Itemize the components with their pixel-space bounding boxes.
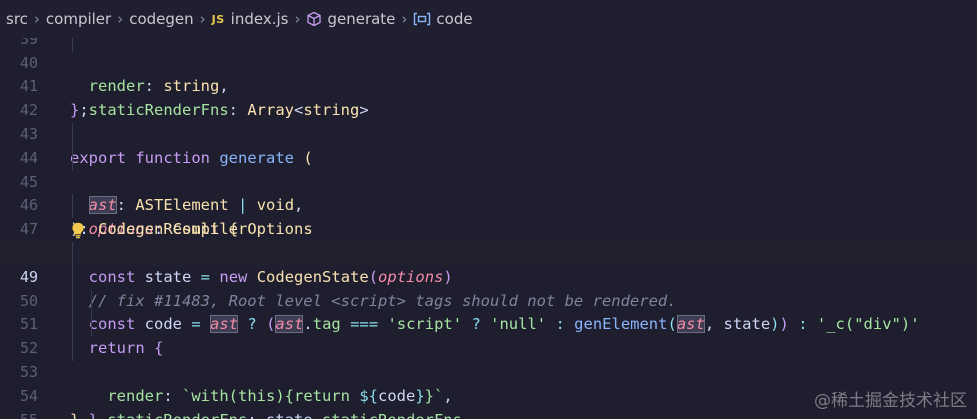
breadcrumb-label: index.js <box>230 10 289 28</box>
line-number: 55 <box>0 409 38 419</box>
breadcrumb-label: generate <box>327 10 396 28</box>
code-line[interactable]: 46 ): CodegenResult { <box>0 171 977 238</box>
indent-guide <box>72 337 73 361</box>
watermark: @稀土掘金技术社区 <box>814 391 967 411</box>
chevron-right-icon: › <box>199 10 206 28</box>
code-line[interactable]: 42 <box>0 75 977 119</box>
code-line[interactable]: 47 const state = new CodegenState(option… <box>0 194 977 286</box>
indent-guide <box>72 241 73 266</box>
indent-guide <box>72 38 73 52</box>
breadcrumb-item-code[interactable]: code <box>413 10 473 28</box>
indent-guide <box>72 194 73 219</box>
indent-guide <box>72 313 73 338</box>
indent-guide <box>91 289 92 314</box>
code-line[interactable]: 45 options: CompilerOptions <box>0 146 977 238</box>
breadcrumb-label: compiler <box>45 10 112 28</box>
code-line[interactable]: 54 } <box>0 361 977 419</box>
breadcrumb: src › compiler › codegen › JS index.js ›… <box>0 0 977 38</box>
code-line[interactable]: 48 // fix #11483, Root level <script> ta… <box>0 218 977 310</box>
breadcrumb-item-generate[interactable]: generate <box>306 10 395 28</box>
code-line[interactable]: 53 } <box>0 337 977 419</box>
code-line[interactable]: 52 staticRenderFns: state.staticRenderFn… <box>0 313 977 419</box>
code-lines: 39 render: string, 40 staticRenderFns: A… <box>0 38 977 419</box>
breadcrumb-item-index-js[interactable]: JS index.js <box>212 10 289 28</box>
breadcrumb-label: codegen <box>129 10 194 28</box>
js-file-icon: JS <box>211 12 225 26</box>
code-line[interactable]: 40 staticRenderFns: Array<string> <box>0 38 977 119</box>
breadcrumb-label: code <box>436 10 473 28</box>
code-line[interactable]: 43 export function generate ( <box>0 99 977 167</box>
chevron-right-icon: › <box>117 10 124 28</box>
indent-guide <box>72 122 73 147</box>
code-line-current[interactable]: 49 const code = ast ? (ast.tag === 'scri… <box>0 241 977 334</box>
indent-guide <box>72 146 73 171</box>
chevron-right-icon: › <box>33 10 40 28</box>
cube-icon <box>307 11 322 27</box>
indent-guide <box>91 313 92 338</box>
breadcrumb-item-compiler[interactable]: compiler <box>46 10 111 28</box>
indent-guide <box>72 265 73 290</box>
code-line[interactable]: 50 return { <box>0 265 977 357</box>
lightbulb-icon[interactable] <box>71 222 85 239</box>
variable-icon <box>414 12 431 26</box>
code-text: staticRenderFns: state.staticRenderFns <box>70 409 462 419</box>
chevron-right-icon: › <box>294 10 301 28</box>
breadcrumb-item-codegen[interactable]: codegen <box>129 10 193 28</box>
breadcrumb-label: src <box>6 10 28 28</box>
breadcrumb-item-src[interactable]: src <box>6 10 28 28</box>
code-line[interactable]: 51 render: `with(this){return ${code}}`, <box>0 289 977 405</box>
code-text: } <box>70 409 79 419</box>
chevron-right-icon: › <box>401 10 408 28</box>
code-line[interactable]: 44 ast: ASTElement | void, <box>0 122 977 215</box>
indent-guide <box>72 289 73 314</box>
code-line[interactable]: 41 }; <box>0 52 977 119</box>
code-editor[interactable]: 39 render: string, 40 staticRenderFns: A… <box>0 38 977 419</box>
